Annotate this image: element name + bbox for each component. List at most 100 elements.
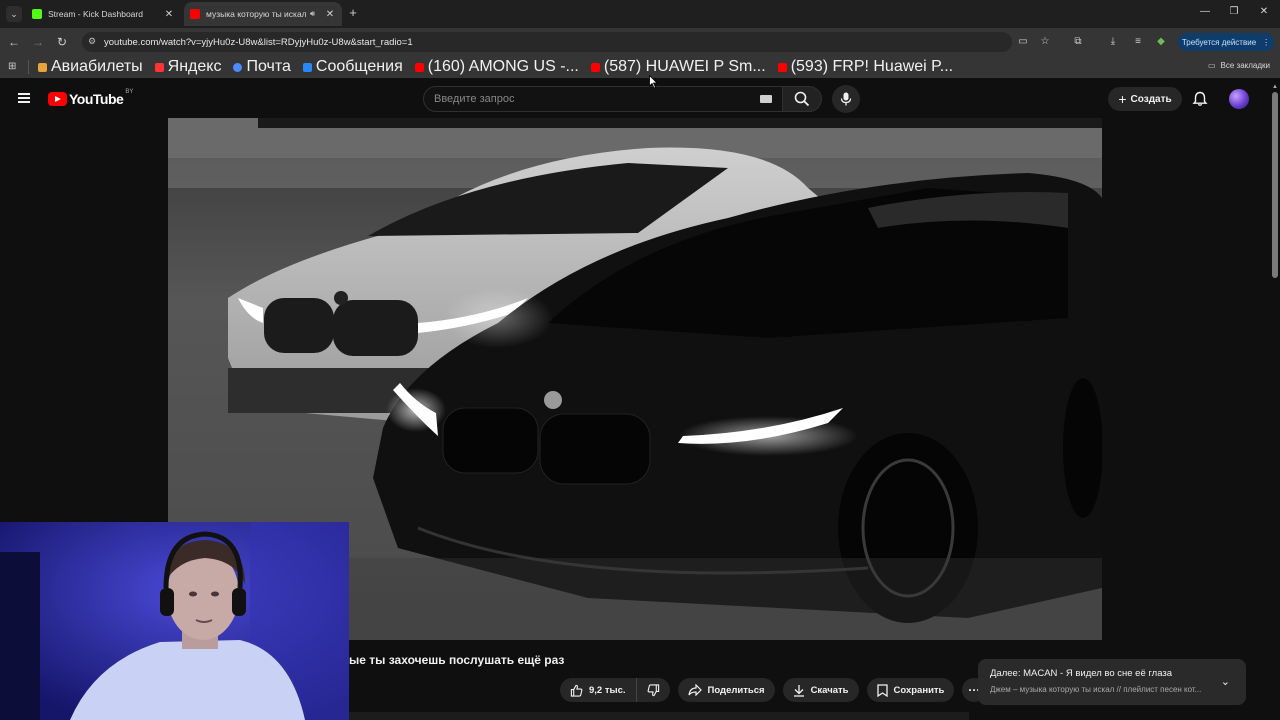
vk-icon xyxy=(302,62,312,72)
bookmark-label: Авиабилеты xyxy=(51,58,143,75)
dislike-button[interactable] xyxy=(637,678,670,702)
description-strip xyxy=(349,712,969,720)
bookmark-label: Почта xyxy=(246,58,291,75)
forward-arrow-icon[interactable]: → xyxy=(30,34,46,50)
menu-icon[interactable] xyxy=(18,93,30,103)
country-code: BY xyxy=(125,89,134,95)
like-dislike-group: 9,2 тыс. xyxy=(560,678,670,702)
youtube-favicon-icon xyxy=(190,9,200,19)
bookmark-label: Яндекс xyxy=(167,58,222,75)
search-button[interactable] xyxy=(782,86,822,112)
more-vert-icon: ⋮ xyxy=(1262,37,1271,47)
keyboard-icon[interactable] xyxy=(760,95,772,103)
create-button[interactable]: + Создать xyxy=(1108,87,1182,111)
minimize-icon[interactable]: — xyxy=(1198,6,1212,17)
youtube-favicon-icon xyxy=(590,62,600,72)
url-text: youtube.com/watch?v=yjyHu0z-U8w&list=RDy… xyxy=(104,36,413,48)
scroll-up-arrow-icon[interactable]: ▲ xyxy=(1272,84,1278,90)
chevron-down-icon[interactable]: ⌄ xyxy=(1221,675,1230,688)
bookmark-icon xyxy=(876,683,888,697)
likes-count: 9,2 тыс. xyxy=(589,684,626,696)
account-avatar[interactable] xyxy=(1229,89,1249,109)
like-button[interactable]: 9,2 тыс. xyxy=(560,678,637,702)
bookmark-item[interactable]: Сообщения xyxy=(302,58,403,76)
new-tab-button[interactable]: + xyxy=(346,6,360,20)
share-label: Поделиться xyxy=(707,684,765,696)
notifications-bell-icon[interactable] xyxy=(1192,91,1208,107)
video-title: ые ты захочешь послушать ещё раз xyxy=(349,653,565,667)
webcam-feed-image xyxy=(0,522,349,720)
save-button[interactable]: Сохранить xyxy=(866,678,955,702)
tab-youtube[interactable]: музыка которую ты искал 🔊︎ ✕ xyxy=(184,2,342,26)
close-tab-icon[interactable]: ✕ xyxy=(163,9,175,20)
thumbs-up-icon xyxy=(570,684,583,697)
apps-grid-icon[interactable]: ⊞ xyxy=(8,61,19,72)
download-button[interactable]: Скачать xyxy=(782,678,859,702)
save-label: Сохранить xyxy=(893,684,945,696)
tab-title: музыка которую ты искал xyxy=(206,9,307,19)
youtube-play-icon xyxy=(48,92,67,106)
logo-text: YouTube xyxy=(69,91,124,107)
site-settings-icon[interactable]: ⚙︎ xyxy=(88,36,100,48)
speaker-icon[interactable]: 🔊︎ xyxy=(310,9,324,19)
download-arrow-icon xyxy=(793,684,804,697)
download-icon[interactable]: ⤓ xyxy=(1105,34,1121,50)
search-placeholder: Введите запрос xyxy=(434,93,515,105)
back-arrow-icon[interactable]: ← xyxy=(6,34,22,50)
create-label: Создать xyxy=(1130,93,1172,105)
tab-kick-dashboard[interactable]: Stream - Kick Dashboard ✕ xyxy=(26,2,181,26)
action-required-label: Требуется действие xyxy=(1181,37,1257,47)
profile-extension-icon[interactable]: ◆ xyxy=(1153,34,1169,50)
extensions-icon[interactable]: ⧉ xyxy=(1070,34,1086,50)
download-label: Скачать xyxy=(810,684,849,696)
action-required-button[interactable]: Требуется действие ⋮ xyxy=(1178,33,1274,51)
up-next-title: Далее: MACAN - Я видел во сне её глаза xyxy=(990,668,1173,679)
thumbs-down-icon xyxy=(647,683,659,696)
up-next-playlist: Джем – музыка которую ты искал // плейли… xyxy=(990,685,1202,694)
bookmark-star-icon[interactable]: ☆ xyxy=(1037,34,1053,50)
yandex-icon xyxy=(154,62,164,72)
bookmark-item[interactable]: (160) AMONG US -... xyxy=(414,58,579,76)
bookmark-item[interactable]: Почта xyxy=(233,58,291,76)
youtube-favicon-icon xyxy=(414,62,424,72)
close-tab-icon[interactable]: ✕ xyxy=(324,9,336,20)
youtube-logo[interactable]: YouTube BY xyxy=(48,89,134,107)
folder-icon: ▭ xyxy=(1207,61,1216,70)
mouse-cursor-icon xyxy=(649,75,658,89)
share-button[interactable]: Поделиться xyxy=(677,678,775,702)
plus-icon: + xyxy=(1118,91,1127,107)
address-bar[interactable]: youtube.com/watch?v=yjyHu0z-U8w&list=RDy… xyxy=(82,32,1012,52)
bookmark-label: (587) HUAWEI P Sm... xyxy=(603,58,766,75)
voice-search-button[interactable] xyxy=(832,85,860,113)
close-window-icon[interactable]: ✕ xyxy=(1257,6,1271,17)
tickets-icon xyxy=(38,62,47,72)
youtube-favicon-icon xyxy=(777,62,787,72)
webcam-overlay xyxy=(0,522,349,720)
scrollbar-thumb[interactable] xyxy=(1272,92,1278,278)
bookmark-item[interactable]: (593) FRP! Huawei P... xyxy=(777,58,954,76)
up-next-card[interactable]: Далее: MACAN - Я видел во сне её глаза Д… xyxy=(978,659,1246,705)
mail-icon xyxy=(233,62,243,72)
restore-icon[interactable]: ❐ xyxy=(1227,6,1241,17)
microphone-icon xyxy=(840,92,852,106)
bookmarks-divider xyxy=(28,60,29,74)
video-actions-row: 9,2 тыс. Поделиться Скачать Сохранить ··… xyxy=(560,678,987,702)
all-bookmarks-label: Все закладки xyxy=(1220,61,1270,70)
media-controls-icon[interactable]: ≡ xyxy=(1130,34,1146,50)
bookmark-item[interactable]: Авиабилеты xyxy=(38,58,143,76)
kick-favicon-icon xyxy=(32,9,42,19)
all-bookmarks-button[interactable]: ▭ Все закладки xyxy=(1208,61,1270,70)
search-icon xyxy=(794,91,810,107)
bookmark-label: (160) AMONG US -... xyxy=(427,58,579,75)
bookmarks-list: Авиабилеты Яндекс Почта Сообщения (160) … xyxy=(38,56,965,78)
bookmark-item[interactable]: (587) HUAWEI P Sm... xyxy=(590,58,766,76)
bookmark-label: (593) FRP! Huawei P... xyxy=(790,58,954,75)
search-input[interactable]: Введите запрос xyxy=(423,86,783,112)
share-arrow-icon xyxy=(687,684,702,696)
cast-icon[interactable]: ▭ xyxy=(1015,34,1031,50)
reload-icon[interactable]: ↻ xyxy=(54,34,70,50)
tab-search-chevron-icon[interactable]: ⌄ xyxy=(6,6,22,22)
bookmark-label: Сообщения xyxy=(315,58,403,75)
bookmark-item[interactable]: Яндекс xyxy=(154,58,222,76)
tab-title: Stream - Kick Dashboard xyxy=(48,9,143,19)
